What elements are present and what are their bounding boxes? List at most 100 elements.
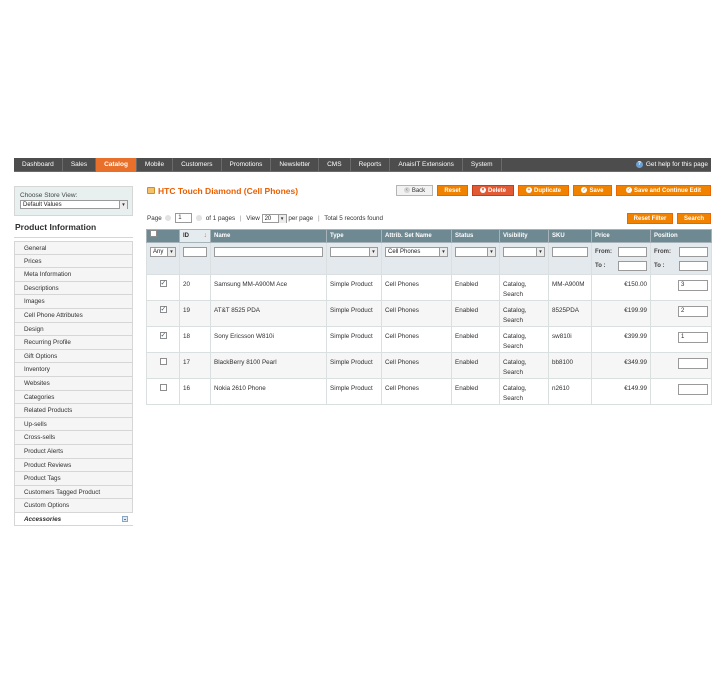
save-button[interactable]: ✓ Save bbox=[573, 185, 612, 196]
nav-catalog[interactable]: Catalog bbox=[96, 158, 137, 172]
filter-status-select[interactable]: ▼ bbox=[455, 247, 496, 257]
filter-name-input[interactable] bbox=[214, 247, 323, 257]
row-checkbox[interactable] bbox=[159, 305, 167, 315]
nav-dashboard[interactable]: Dashboard bbox=[14, 158, 63, 172]
filter-id-input[interactable] bbox=[183, 247, 207, 257]
help-link[interactable]: ? Get help for this page bbox=[635, 158, 708, 172]
help-label: Get help for this page bbox=[645, 161, 708, 168]
changed-icon bbox=[122, 515, 128, 522]
nav-cms[interactable]: CMS bbox=[319, 158, 351, 172]
row-checkbox[interactable] bbox=[159, 358, 167, 365]
page-input[interactable]: 1 bbox=[175, 213, 193, 224]
row-checkbox[interactable] bbox=[159, 331, 167, 341]
row-visibility-line1: Catalog, bbox=[503, 385, 527, 392]
delete-button[interactable]: × Delete bbox=[472, 185, 514, 196]
tab-product-reviews[interactable]: Product Reviews bbox=[14, 458, 133, 473]
price-from-row: From: bbox=[595, 247, 647, 258]
tab-related-products[interactable]: Related Products bbox=[14, 404, 133, 418]
tab-inventory[interactable]: Inventory bbox=[14, 363, 133, 377]
duplicate-label: Duplicate bbox=[533, 188, 561, 194]
position-from-input[interactable] bbox=[679, 247, 708, 257]
nav-anaisit-extensions[interactable]: AnaisIT Extensions bbox=[390, 158, 463, 172]
tab-customers-tagged-product[interactable]: Customers Tagged Product bbox=[14, 485, 133, 500]
reset-button[interactable]: Reset bbox=[437, 185, 468, 196]
nav-reports[interactable]: Reports bbox=[351, 158, 391, 172]
main-nav: Dashboard Sales Catalog Mobile Customers… bbox=[14, 158, 711, 172]
nav-promotions[interactable]: Promotions bbox=[222, 158, 272, 172]
nav-sales[interactable]: Sales bbox=[63, 158, 97, 172]
header-name[interactable]: Name bbox=[210, 229, 327, 243]
table-row[interactable]: 19 AT&T 8525 PDA Simple Product Cell Pho… bbox=[146, 300, 712, 327]
tab-cross-sells[interactable]: Cross-sells bbox=[14, 431, 133, 445]
header-type[interactable]: Type bbox=[326, 229, 382, 243]
header-status[interactable]: Status bbox=[451, 229, 500, 243]
row-visibility-line2: Search bbox=[503, 369, 523, 376]
duplicate-button[interactable]: + Duplicate bbox=[518, 185, 569, 196]
row-checkbox[interactable] bbox=[159, 384, 167, 391]
position-to-input[interactable] bbox=[679, 261, 708, 271]
filter-type-select[interactable]: ▼ bbox=[330, 247, 378, 257]
header-id[interactable]: ID ↓ bbox=[179, 229, 211, 243]
sidebar: Choose Store View: Default Values ▼ Produ… bbox=[14, 186, 133, 527]
back-button[interactable]: ‹ Back bbox=[396, 185, 433, 196]
nav-mobile[interactable]: Mobile bbox=[137, 158, 174, 172]
position-to-label: To : bbox=[654, 263, 665, 269]
header-attrib-set[interactable]: Attrib. Set Name bbox=[381, 229, 452, 243]
filter-in-products-select[interactable]: Any ▼ bbox=[150, 247, 176, 257]
row-sku: 8525PDA bbox=[548, 300, 592, 327]
nav-newsletter[interactable]: Newsletter bbox=[271, 158, 320, 172]
row-visibility-line1: Catalog, bbox=[503, 281, 527, 288]
row-position-input[interactable] bbox=[678, 358, 708, 369]
filter-id bbox=[179, 242, 211, 275]
table-row[interactable]: 18 Sony Ericsson W810i Simple Product Ce… bbox=[146, 326, 712, 353]
tab-prices[interactable]: Prices bbox=[14, 254, 133, 269]
store-view-select[interactable]: Default Values ▼ bbox=[20, 200, 128, 209]
tab-product-alerts[interactable]: Product Alerts bbox=[14, 444, 133, 459]
row-position-input[interactable]: 3 bbox=[678, 280, 708, 291]
tab-product-tags[interactable]: Product Tags bbox=[14, 472, 133, 486]
row-visibility-line2: Search bbox=[503, 291, 523, 298]
tab-descriptions[interactable]: Descriptions bbox=[14, 281, 133, 296]
tab-images[interactable]: Images bbox=[14, 295, 133, 309]
header-select[interactable] bbox=[146, 229, 180, 243]
next-page-icon[interactable] bbox=[195, 215, 202, 222]
tab-websites[interactable]: Websites bbox=[14, 376, 133, 391]
tab-gift-options[interactable]: Gift Options bbox=[14, 349, 133, 364]
table-row[interactable]: 17 BlackBerry 8100 Pearl Simple Product … bbox=[146, 352, 712, 379]
table-row[interactable]: 16 Nokia 2610 Phone Simple Product Cell … bbox=[146, 378, 712, 405]
tab-recurring-profile[interactable]: Recurring Profile bbox=[14, 336, 133, 350]
tab-design[interactable]: Design bbox=[14, 322, 133, 337]
reset-filter-button[interactable]: Reset Filter bbox=[627, 213, 673, 224]
filter-sku-input[interactable] bbox=[552, 247, 588, 257]
search-button[interactable]: Search bbox=[677, 213, 711, 224]
table-row[interactable]: 20 Samsung MM-A900M Ace Simple Product C… bbox=[146, 274, 712, 301]
header-sku[interactable]: SKU bbox=[548, 229, 592, 243]
tab-custom-options[interactable]: Custom Options bbox=[14, 499, 133, 513]
price-from-input[interactable] bbox=[618, 247, 647, 257]
row-checkbox[interactable] bbox=[159, 279, 167, 289]
tab-accessories[interactable]: Accessories bbox=[14, 512, 133, 527]
tab-categories[interactable]: Categories bbox=[14, 390, 133, 405]
row-position-input[interactable]: 1 bbox=[678, 332, 708, 343]
header-price[interactable]: Price bbox=[591, 229, 651, 243]
tab-up-sells[interactable]: Up-sells bbox=[14, 417, 133, 432]
select-all-checkbox[interactable] bbox=[150, 230, 157, 237]
header-position[interactable]: Position bbox=[650, 229, 712, 243]
row-attrib-set: Cell Phones bbox=[381, 300, 452, 327]
tab-cell-phone-attributes[interactable]: Cell Phone Attributes bbox=[14, 308, 133, 323]
per-page-select[interactable]: 20 ▼ bbox=[261, 213, 287, 223]
row-attrib-set: Cell Phones bbox=[381, 352, 452, 379]
tab-meta-information[interactable]: Meta Information bbox=[14, 268, 133, 282]
filter-visibility-select[interactable]: ▼ bbox=[503, 247, 545, 257]
row-position-input[interactable]: 2 bbox=[678, 306, 708, 317]
records-count: Total 5 records found bbox=[324, 215, 384, 222]
nav-customers[interactable]: Customers bbox=[173, 158, 222, 172]
tab-general[interactable]: General bbox=[14, 241, 133, 255]
price-to-input[interactable] bbox=[618, 261, 647, 271]
prev-page-icon[interactable] bbox=[165, 215, 172, 222]
header-visibility[interactable]: Visibility bbox=[499, 229, 549, 243]
save-and-continue-button[interactable]: ✓ Save and Continue Edit bbox=[616, 185, 711, 196]
nav-system[interactable]: System bbox=[463, 158, 502, 172]
filter-attrib-set-select[interactable]: Cell Phones ▼ bbox=[385, 247, 448, 257]
row-position-input[interactable] bbox=[678, 384, 708, 395]
